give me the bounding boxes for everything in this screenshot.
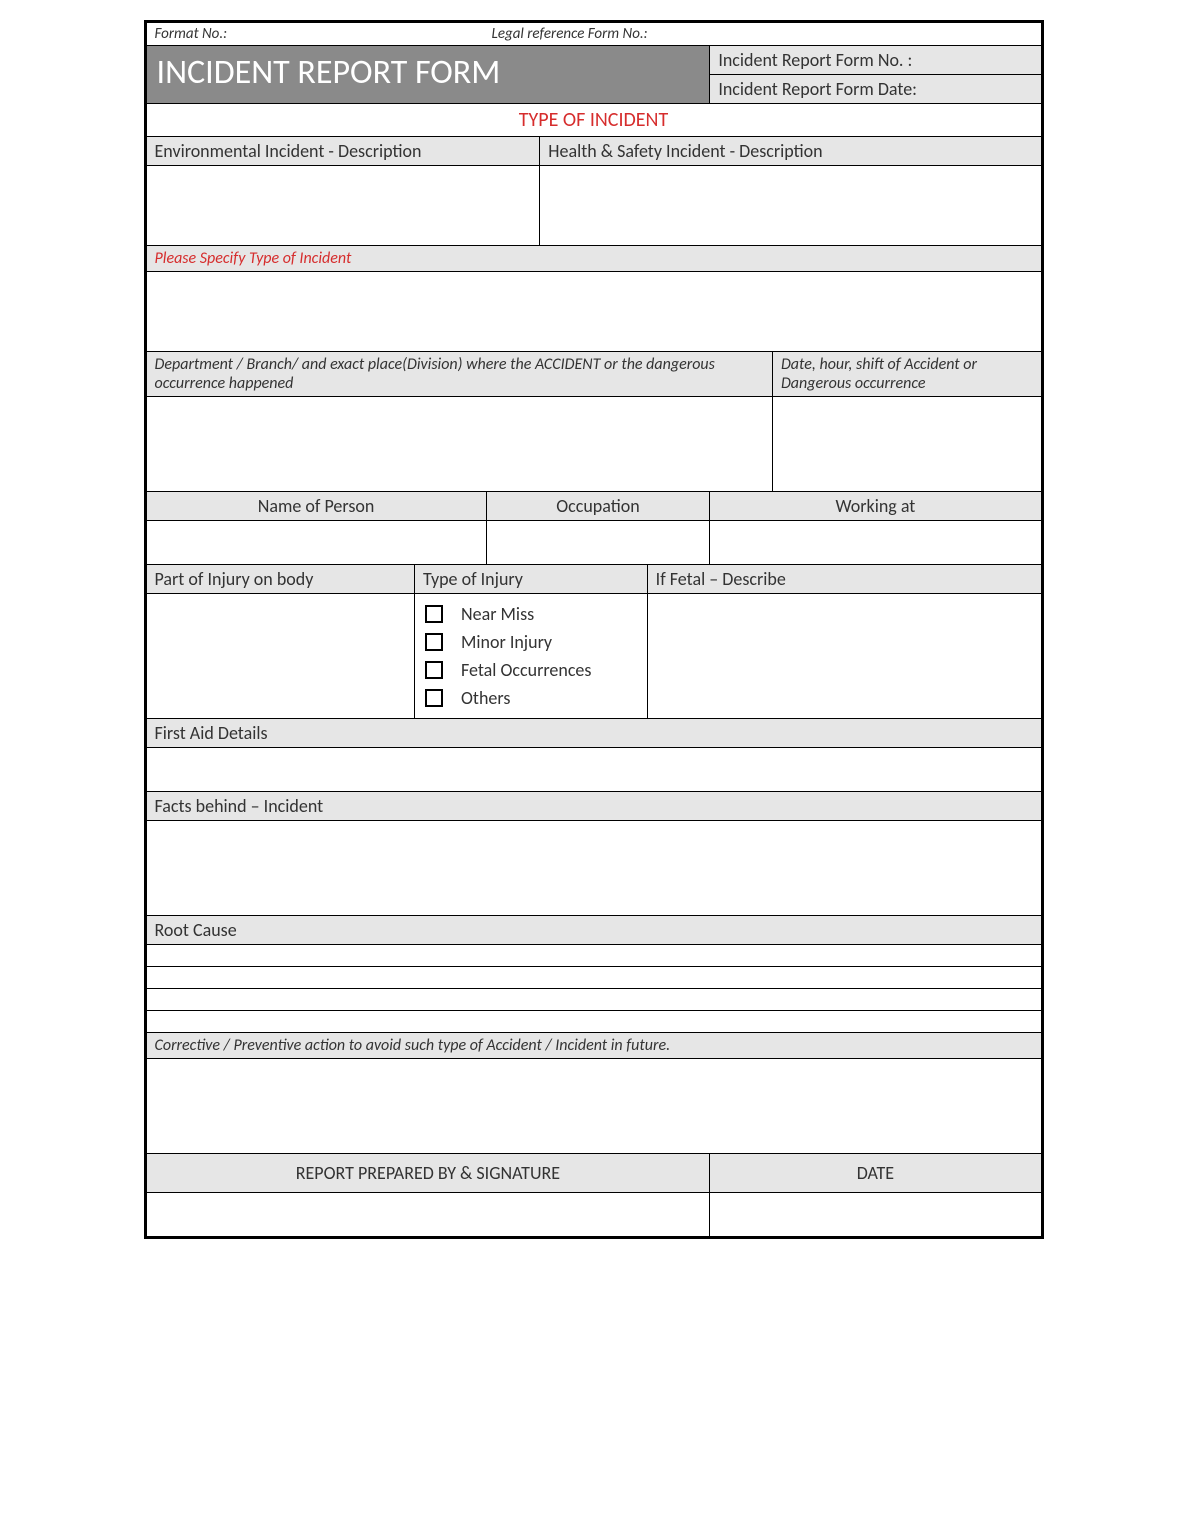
top-meta-row: Format No.: Legal reference Form No.: <box>146 23 1041 46</box>
part-injury-label: Part of Injury on body <box>146 565 415 594</box>
occupation-input[interactable] <box>486 521 710 565</box>
date-input[interactable] <box>710 1193 1041 1237</box>
corrective-label: Corrective / Preventive action to avoid … <box>146 1033 1041 1059</box>
if-fetal-label: If Fetal – Describe <box>647 565 1041 594</box>
root-cause-label: Root Cause <box>146 916 1041 945</box>
dept-label: Department / Branch/ and exact place(Div… <box>146 352 772 397</box>
checkbox-near-miss[interactable] <box>425 605 443 623</box>
fetal-label: Fetal Occurrences <box>461 659 591 681</box>
corrective-input[interactable] <box>146 1059 1041 1154</box>
checkbox-fetal[interactable] <box>425 661 443 679</box>
root-cause-line-1[interactable] <box>146 945 1041 967</box>
minor-injury-label: Minor Injury <box>461 631 552 653</box>
date-label: DATE <box>710 1154 1041 1193</box>
first-aid-input[interactable] <box>146 748 1041 792</box>
hs-incident-input[interactable] <box>540 166 1041 246</box>
env-incident-input[interactable] <box>146 166 540 246</box>
others-label: Others <box>461 687 510 709</box>
date-shift-label: Date, hour, shift of Accident or Dangero… <box>772 352 1041 397</box>
root-cause-line-2[interactable] <box>146 967 1041 989</box>
date-shift-input[interactable] <box>772 397 1041 492</box>
type-of-incident-heading: TYPE OF INCIDENT <box>146 104 1041 137</box>
specify-type-input[interactable] <box>146 272 1041 352</box>
incident-report-form: Format No.: Legal reference Form No.: IN… <box>144 20 1044 1239</box>
type-injury-options: Near Miss Minor Injury Fetal Occurrences… <box>415 594 648 719</box>
facts-input[interactable] <box>146 821 1041 916</box>
format-no-label: Format No.: <box>155 25 489 43</box>
if-fetal-input[interactable] <box>647 594 1041 719</box>
root-cause-line-3[interactable] <box>146 989 1041 1011</box>
root-cause-line-4[interactable] <box>146 1011 1041 1033</box>
occupation-label: Occupation <box>486 492 710 521</box>
first-aid-label: First Aid Details <box>146 719 1041 748</box>
prepared-by-label: REPORT PREPARED BY & SIGNATURE <box>146 1154 710 1193</box>
form-title: INCIDENT REPORT FORM <box>146 46 710 104</box>
part-injury-input[interactable] <box>146 594 415 719</box>
prepared-by-input[interactable] <box>146 1193 710 1237</box>
type-injury-label: Type of Injury <box>415 565 648 594</box>
working-at-input[interactable] <box>710 521 1041 565</box>
checkbox-minor-injury[interactable] <box>425 633 443 651</box>
form-no-label: Incident Report Form No. : <box>710 46 1041 75</box>
name-input[interactable] <box>146 521 486 565</box>
form-date-label: Incident Report Form Date: <box>710 75 1041 104</box>
near-miss-label: Near Miss <box>461 603 534 625</box>
working-at-label: Working at <box>710 492 1041 521</box>
env-incident-label: Environmental Incident - Description <box>146 137 540 166</box>
legal-ref-label: Legal reference Form No.: <box>492 25 648 43</box>
name-label: Name of Person <box>146 492 486 521</box>
specify-type-label: Please Specify Type of Incident <box>146 246 1041 272</box>
checkbox-others[interactable] <box>425 689 443 707</box>
dept-input[interactable] <box>146 397 772 492</box>
facts-label: Facts behind – Incident <box>146 792 1041 821</box>
hs-incident-label: Health & Safety Incident - Description <box>540 137 1041 166</box>
